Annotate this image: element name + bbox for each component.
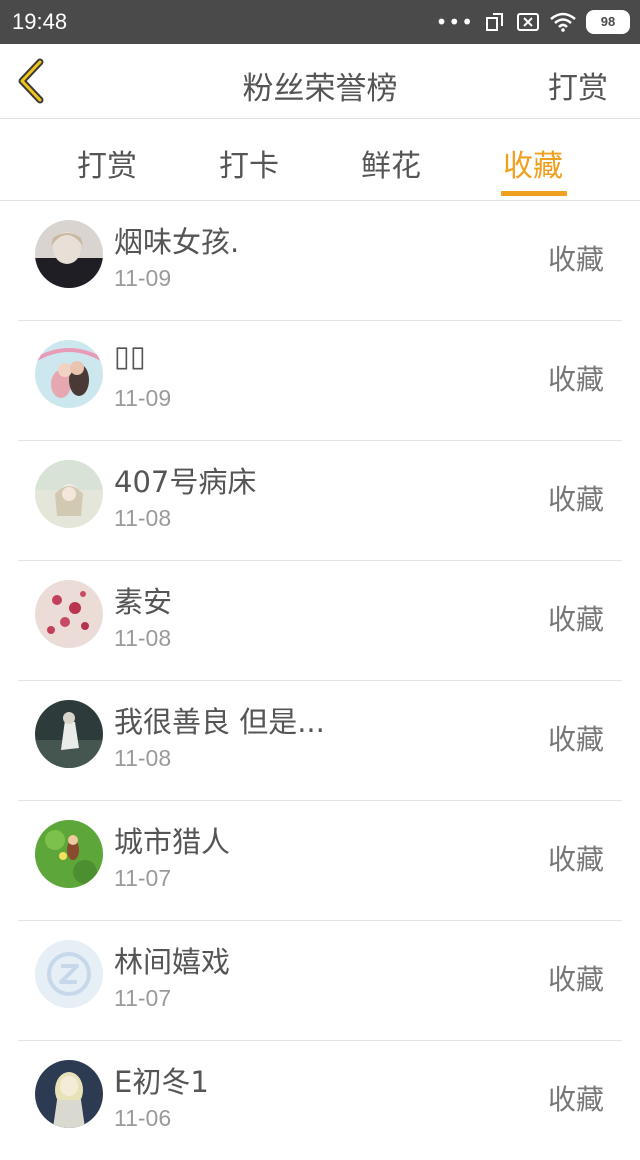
item-date: 11-08 [114,745,172,771]
item-date: 11-07 [114,865,172,891]
row-action-label: 收藏 [547,363,604,396]
user-name: 城市猎人 [114,825,231,859]
row-action-label: 收藏 [547,723,604,756]
avatar [35,460,103,528]
avatar [35,340,103,408]
item-date: 11-09 [114,385,172,411]
row-action-label: 收藏 [547,1083,604,1116]
status-icons: ••• 98 [436,8,630,36]
battery-icon: 98 [586,10,630,34]
avatar [35,1060,103,1128]
list-item[interactable]: 素安 11-08 收藏 [18,561,622,681]
fan-list: 烟味女孩. 11-09 收藏 ▯▯ 11-09 收藏 407号病床 11-08 … [0,201,640,1160]
item-date: 11-06 [114,1105,172,1131]
tab-flowers[interactable]: 鲜花 [356,141,426,185]
avatar [35,940,103,1008]
user-name: 烟味女孩. [114,225,240,259]
list-item[interactable]: 城市猎人 11-07 收藏 [18,801,622,921]
avatar [35,580,103,648]
no-sim-icon [517,13,539,31]
row-action-label: 收藏 [547,243,604,276]
list-item[interactable]: 我很善良 但是... 11-08 收藏 [18,681,622,801]
user-name: 林间嬉戏 [114,945,231,979]
avatar [35,820,103,888]
list-item[interactable]: ▯▯ 11-09 收藏 [18,321,622,441]
avatar [35,700,103,768]
tab-checkin[interactable]: 打卡 [214,141,284,185]
row-action-label: 收藏 [547,483,604,516]
tab-bar: 打赏 打卡 鲜花 收藏 [0,119,640,201]
item-date: 11-08 [114,505,172,531]
user-name: E初冬1 [114,1065,209,1099]
tab-reward[interactable]: 打赏 [72,141,142,185]
user-name: 我很善良 但是... [114,705,325,739]
list-item[interactable]: 烟味女孩. 11-09 收藏 [18,201,622,321]
status-time: 19:48 [12,9,68,34]
screen-rotate-icon [486,13,503,31]
active-tab-indicator [501,191,567,196]
top-nav-bar: 粉丝荣誉榜 打赏 [0,44,640,119]
user-name: 素安 [114,585,173,619]
page-title: 粉丝荣誉榜 [242,71,398,107]
avatar [35,220,103,288]
user-name: ▯▯ [114,339,146,373]
list-item[interactable]: E初冬1 11-06 收藏 [18,1041,622,1160]
user-name: 407号病床 [114,465,257,499]
reward-button[interactable]: 打赏 [548,63,608,107]
row-action-label: 收藏 [547,603,604,636]
row-action-label: 收藏 [547,963,604,996]
item-date: 11-09 [114,265,172,291]
status-bar: 19:48 ••• 98 [0,0,640,44]
more-dots-icon: ••• [435,10,474,34]
wifi-icon [550,12,576,32]
tab-favorites[interactable]: 收藏 [498,141,568,185]
list-item[interactable]: 407号病床 11-08 收藏 [18,441,622,561]
item-date: 11-07 [114,985,172,1011]
list-item[interactable]: 林间嬉戏 11-07 收藏 [18,921,622,1041]
row-action-label: 收藏 [547,843,604,876]
item-date: 11-08 [114,625,172,651]
